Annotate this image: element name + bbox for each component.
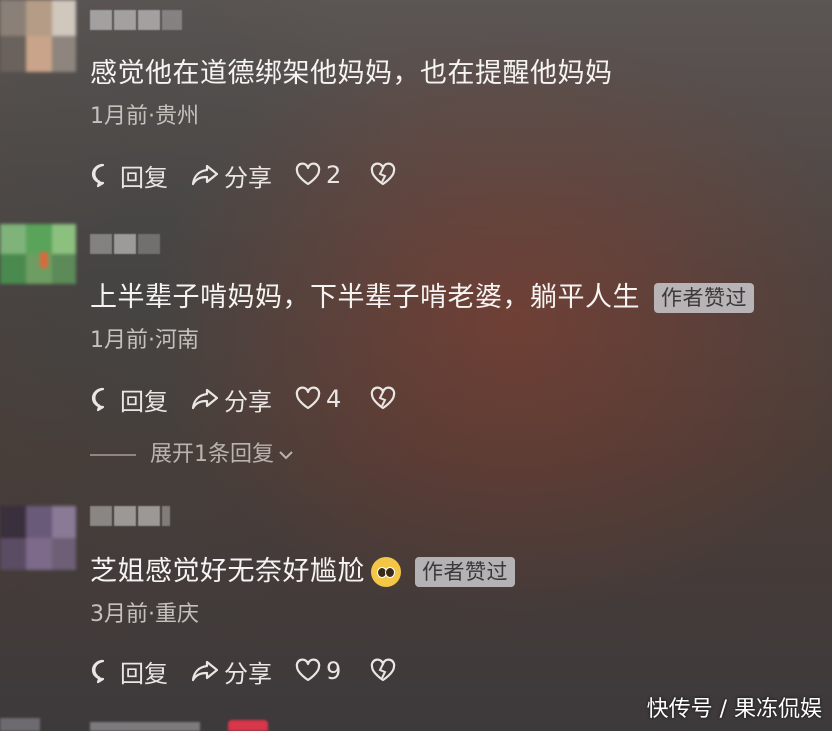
share-button[interactable]: 分享 (190, 654, 272, 689)
like-button[interactable]: 2 (294, 161, 341, 189)
like-count: 9 (326, 657, 342, 685)
comment-text: 芝姐感觉好无奈好尴尬 作者赞过 (90, 554, 515, 590)
author-liked-badge: 作者赞过 (654, 283, 754, 313)
expand-replies-button[interactable]: 展开1条回复 (90, 440, 296, 470)
divider (90, 454, 136, 456)
chevron-down-icon (279, 451, 293, 460)
reply-button[interactable]: 回复 (90, 654, 168, 689)
author-liked-badge: 作者赞过 (415, 557, 515, 587)
avatar[interactable] (0, 506, 78, 578)
dislike-button[interactable] (369, 386, 401, 412)
share-button[interactable]: 分享 (190, 382, 272, 417)
expand-replies-label: 展开1条回复 (150, 442, 274, 467)
reply-button[interactable]: 回复 (90, 158, 168, 193)
heart-icon (295, 658, 321, 682)
avatar[interactable] (0, 0, 78, 72)
next-comment-peek (0, 718, 300, 731)
like-count: 2 (326, 161, 342, 189)
heart-icon (295, 162, 321, 186)
broken-heart-icon (371, 386, 396, 410)
share-label: 分享 (224, 659, 272, 688)
comment-text: 感觉他在道德绑架他妈妈，也在提醒他妈妈 (90, 58, 613, 89)
broken-heart-icon (371, 658, 396, 682)
like-button[interactable]: 4 (294, 385, 341, 413)
reply-button[interactable]: 回复 (90, 382, 168, 417)
comment-actions: 回复 分享 9 (90, 654, 423, 688)
share-label: 分享 (224, 387, 272, 416)
username-blurred[interactable] (90, 234, 160, 254)
reply-label: 回复 (120, 387, 168, 416)
dislike-button[interactable] (369, 658, 401, 684)
reply-label: 回复 (120, 163, 168, 192)
share-label: 分享 (224, 163, 272, 192)
comment-actions: 回复 分享 2 (90, 158, 423, 192)
share-arrow-icon (191, 660, 219, 682)
watermark: 快传号 / 果冻侃娱 (646, 697, 822, 722)
reply-bubble-icon (91, 387, 105, 412)
username-blurred[interactable] (90, 506, 170, 526)
avatar[interactable] (0, 224, 78, 296)
comment-meta: 3月前·重庆 (90, 602, 199, 627)
reply-bubble-icon (91, 659, 105, 684)
heart-icon (295, 386, 321, 410)
like-button[interactable]: 9 (294, 657, 341, 685)
comment-text: 上半辈子啃妈妈，下半辈子啃老婆，躺平人生 作者赞过 (90, 280, 754, 316)
comment-meta: 1月前·河南 (90, 328, 199, 353)
reply-label: 回复 (120, 659, 168, 688)
pleading-face-emoji (371, 557, 401, 587)
like-count: 4 (326, 385, 342, 413)
reply-bubble-icon (91, 163, 105, 188)
comment-meta: 1月前·贵州 (90, 104, 199, 129)
share-button[interactable]: 分享 (190, 158, 272, 193)
username-blurred[interactable] (90, 10, 182, 30)
share-arrow-icon (191, 388, 219, 410)
share-arrow-icon (191, 164, 219, 186)
comment-actions: 回复 分享 4 (90, 382, 423, 416)
broken-heart-icon (371, 162, 396, 186)
dislike-button[interactable] (369, 162, 401, 188)
